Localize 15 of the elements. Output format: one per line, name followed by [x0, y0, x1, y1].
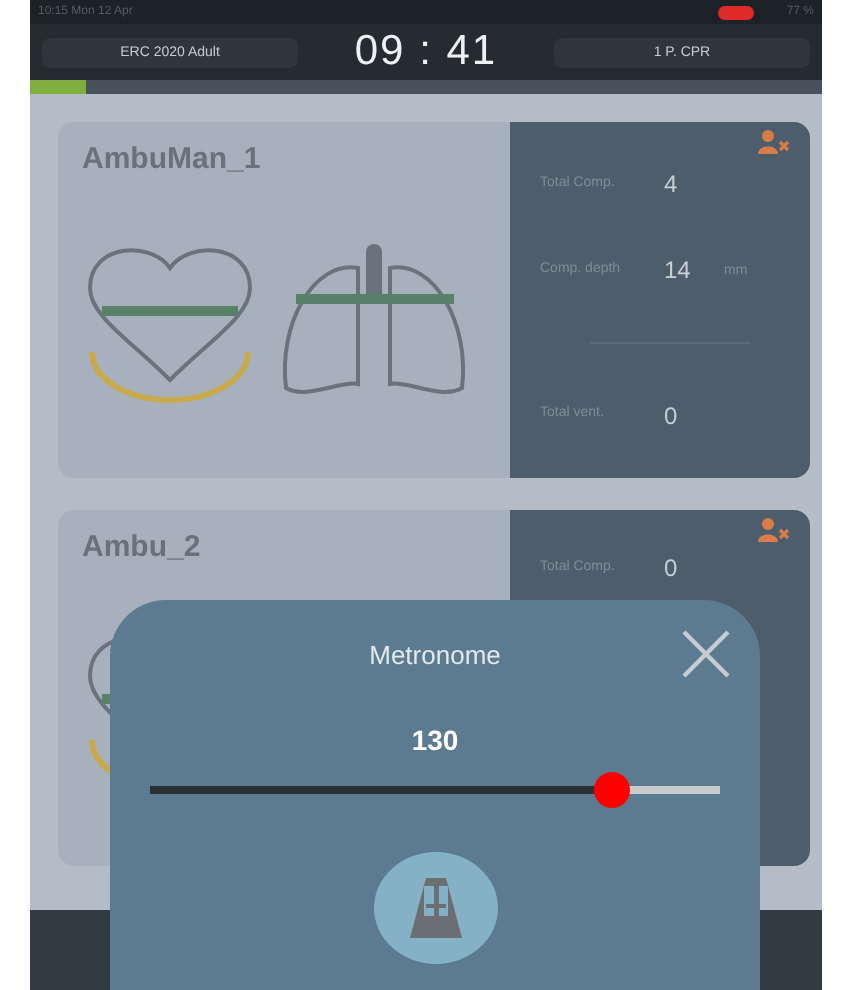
stat-value: 14: [664, 256, 693, 285]
close-button[interactable]: [680, 628, 732, 680]
recording-icon: [718, 5, 755, 19]
stat-value: 4: [664, 170, 680, 199]
stat-value: 0: [664, 401, 680, 430]
stat-value: 0: [664, 554, 680, 582]
slider-thumb[interactable]: [593, 772, 630, 808]
user-remove-icon[interactable]: [758, 518, 790, 542]
manikin-name: AmbuMan_1: [82, 142, 263, 176]
manikin-name: Ambu_2: [82, 530, 203, 564]
timer: 09 : 41: [354, 28, 498, 76]
dialog-title: Metronome: [369, 640, 501, 670]
tempo-value: 130: [411, 724, 459, 756]
user-remove-icon[interactable]: [758, 130, 790, 154]
metronome-icon: [407, 876, 463, 940]
